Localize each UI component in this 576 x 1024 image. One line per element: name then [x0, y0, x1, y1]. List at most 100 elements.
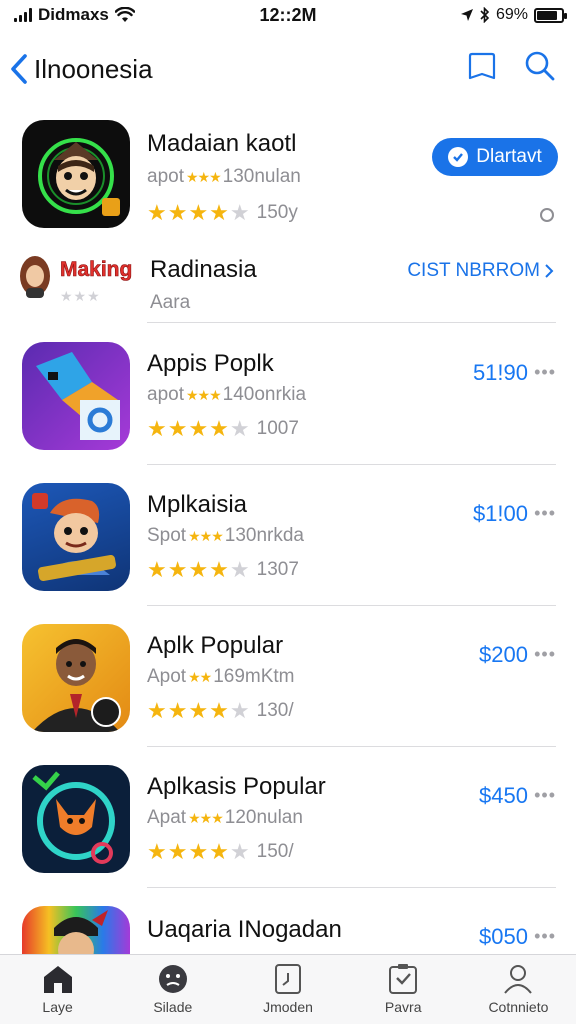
check-doc-icon [389, 964, 418, 994]
document-icon [275, 964, 301, 994]
person-icon [504, 965, 533, 994]
tab-bar: Laye Silade Jmoden Pavra Cotnnieto [0, 954, 576, 1024]
price-button[interactable]: $200 [479, 642, 528, 668]
tab-label: Laye [42, 999, 73, 1015]
see-all-link[interactable]: CIST NBRROM [407, 260, 554, 282]
rating-count: 1307 [256, 559, 299, 580]
tab-jmoden[interactable]: Jmoden [230, 955, 345, 1024]
tab-label: Jmoden [263, 999, 313, 1015]
rating-count: 150/ [256, 841, 294, 862]
search-button[interactable] [524, 50, 556, 87]
section-stars: ★★★ [60, 288, 101, 304]
star-rating: ★★★★★ [147, 698, 251, 723]
subtitle-suffix: 140onrkia [222, 384, 307, 405]
app-subtitle: Spot ★★★ 130nrkda [147, 525, 304, 547]
chevron-right-icon [545, 264, 554, 278]
app-row[interactable]: Appis Poplk apot ★★★ 140onrkia ★★★★★ 100… [0, 342, 576, 452]
subtitle-prefix: apot [147, 166, 184, 187]
more-options-icon[interactable]: ••• [534, 503, 556, 524]
tab-home[interactable]: Laye [0, 955, 115, 1024]
rating-row: ★★★★★ 130/ [147, 698, 294, 724]
bookmark-button[interactable] [466, 50, 498, 87]
mini-stars: ★★★ [188, 809, 224, 826]
app-icon [22, 624, 130, 732]
mini-stars: ★★★ [185, 386, 222, 403]
rating-count: 130/ [256, 700, 294, 721]
tab-label: Silade [153, 999, 193, 1015]
subtitle-prefix: Spot [147, 525, 187, 546]
app-icon [22, 342, 130, 450]
app-row[interactable]: Aplkasis Popular Apat ★★★ 120nulan ★★★★★… [0, 765, 576, 875]
wifi-icon [114, 7, 135, 22]
get-button[interactable]: Dlartavt [432, 138, 558, 176]
subtitle-prefix: Apot [147, 666, 187, 687]
mini-stars: ★★★ [185, 168, 222, 185]
section-title: Radinasia [150, 256, 257, 283]
subtitle-suffix: 130nrkda [224, 525, 304, 546]
price-button[interactable]: $1!00 [473, 501, 528, 527]
app-name: Mplkaisia [147, 491, 248, 518]
section-badge: Making [60, 258, 133, 282]
status-right: 69% [460, 6, 567, 24]
featured-app-icon [22, 120, 130, 228]
app-row[interactable]: Mplkaisia Spot ★★★ 130nrkda ★★★★★ 1307 $… [0, 483, 576, 593]
back-button[interactable]: Ilnoonesia [0, 54, 153, 85]
tab-profile[interactable]: Cotnnieto [461, 955, 576, 1024]
rating-row: ★★★★★ 150y [147, 200, 298, 226]
divider [147, 887, 556, 888]
rating-row: ★★★★★ 1307 [147, 557, 299, 583]
battery-percent: 69% [495, 6, 528, 23]
cartoon-character-icon [32, 493, 116, 582]
app-row[interactable]: Aplk Popular Apot ★★ 169mKtm ★★★★★ 130/ … [0, 624, 576, 734]
section-subtitle: Aara [150, 292, 191, 313]
battery-icon [534, 7, 567, 23]
subtitle-suffix: 120nulan [224, 807, 303, 828]
nav-header: Ilnoonesia [0, 40, 576, 98]
star-rating: ★★★★★ [147, 839, 251, 864]
fox-art-icon [32, 771, 115, 864]
avatar [20, 256, 50, 298]
blocks-art-icon [36, 352, 120, 440]
character-art-icon [38, 138, 120, 216]
face-icon [158, 965, 187, 993]
more-options-icon[interactable]: ••• [534, 644, 556, 665]
price-button[interactable]: 51!90 [473, 360, 528, 386]
app-icon [22, 765, 130, 873]
signal-icon [14, 8, 32, 22]
subtitle-suffix: 169mKtm [213, 666, 295, 687]
more-options-icon[interactable]: ••• [534, 785, 556, 806]
tab-pavra[interactable]: Pavra [346, 955, 461, 1024]
divider [147, 322, 556, 323]
section-row: Making ★★★ Radinasia Aara CIST NBRROM [0, 254, 576, 314]
featured-row[interactable]: Madaian kaotl apot ★★★ 130nulan ★★★★★ 15… [0, 120, 576, 232]
mini-stars: ★★ [188, 668, 212, 685]
price-button[interactable]: $050 [479, 924, 528, 950]
book-icon [468, 52, 496, 80]
app-name: Uaqaria INogadan [147, 916, 342, 943]
search-icon [525, 51, 555, 81]
subtitle-suffix: 130nulan [222, 166, 301, 187]
app-name: Aplkasis Popular [147, 773, 326, 800]
subtitle-prefix: apot [147, 384, 184, 405]
app-subtitle: apot ★★★ 140onrkia [147, 384, 306, 406]
divider [147, 605, 556, 606]
page-title: Ilnoonesia [34, 53, 153, 84]
see-all-label: CIST NBRROM [407, 260, 540, 281]
portrait-icon [32, 639, 121, 732]
more-options-icon[interactable]: ••• [534, 926, 556, 947]
tab-silade[interactable]: Silade [115, 955, 230, 1024]
get-button-label: Dlartavt [476, 146, 542, 167]
rating-row: ★★★★★ 150/ [147, 839, 294, 865]
status-left: Didmaxs [14, 5, 135, 25]
price-button[interactable]: $450 [479, 783, 528, 809]
star-rating: ★★★★★ [147, 557, 251, 582]
subtitle-prefix: Apat [147, 807, 187, 828]
divider [147, 746, 556, 747]
chevron-left-icon [11, 54, 27, 84]
star-rating: ★★★★★ [147, 200, 251, 225]
more-options-icon[interactable]: ••• [534, 362, 556, 383]
mini-stars: ★★★ [188, 527, 224, 544]
rating-row: ★★★★★ 1007 [147, 416, 299, 442]
tab-label: Cotnnieto [488, 999, 549, 1015]
clock: 12::2M [259, 4, 317, 25]
